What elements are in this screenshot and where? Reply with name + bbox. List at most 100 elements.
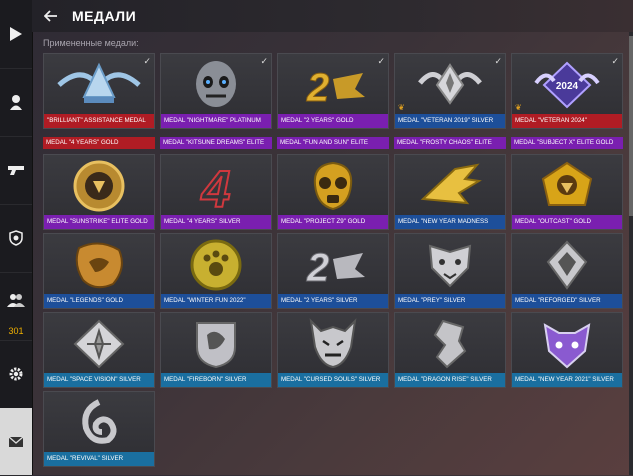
medal-label: MEDAL "4 YEARS" SILVER: [161, 215, 271, 229]
medal-card[interactable]: MEDAL "SUNSTRIKE" ELITE GOLD: [43, 154, 155, 230]
medal-art-revival: [44, 392, 154, 454]
medal-card[interactable]: 4 MEDAL "4 YEARS" SILVER: [160, 154, 272, 230]
medal-art-outcast: [512, 155, 622, 217]
medal-art-2-years-silver: 2: [278, 234, 388, 296]
medal-label: MEDAL "CURSED SOULS" SILVER: [278, 373, 388, 387]
medal-label: MEDAL "VETERAN 2019" SILVER: [395, 114, 505, 128]
medal-art-dragon-rise: [395, 313, 505, 375]
medal-art-brilliant: [44, 54, 154, 116]
medal-card[interactable]: MEDAL "NEW YEAR 2021" SILVER: [511, 312, 623, 388]
pistol-icon: [8, 166, 24, 175]
medal-label: MEDAL "NEW YEAR 2021" SILVER: [512, 373, 622, 387]
two-years-digit: 2: [306, 66, 329, 110]
check-icon: ✓: [143, 56, 151, 66]
page-title: МЕДАЛИ: [72, 8, 137, 24]
medal-art-cursed-souls: [278, 313, 388, 375]
veteran-year-text: 2024: [556, 81, 579, 92]
medal-art-2-years-gold: 2: [278, 54, 388, 116]
medal-strip[interactable]: MEDAL "4 YEARS" GOLD: [43, 137, 155, 149]
sidebar: 301: [0, 0, 33, 476]
medal-label: MEDAL "2 YEARS" SILVER: [278, 294, 388, 308]
medal-label: MEDAL "DRAGON RISE" SILVER: [395, 373, 505, 387]
sidebar-item-settings[interactable]: [0, 340, 32, 409]
medal-card[interactable]: MEDAL "FIREBORN" SILVER: [160, 312, 272, 388]
medal-art-veteran-2019: [395, 54, 505, 116]
check-icon: ✓: [260, 56, 268, 66]
gear-icon: [9, 367, 23, 381]
medal-card[interactable]: 2 MEDAL "2 YEARS" SILVER: [277, 233, 389, 309]
medal-art-new-year-2021: [512, 313, 622, 375]
medal-art-nightmare: [161, 54, 271, 116]
medal-label: "BRILLIANT" ASSISTANCE MEDAL: [44, 114, 154, 128]
sidebar-item-achievements[interactable]: [0, 204, 32, 273]
two-years-digit: 2: [306, 246, 329, 290]
sidebar-item-weapons[interactable]: [0, 136, 32, 205]
soldier-icon: [10, 95, 22, 110]
back-button[interactable]: [43, 9, 58, 23]
medal-strip[interactable]: MEDAL "SUBJECT X" ELITE GOLD: [511, 137, 623, 149]
medal-label: MEDAL "NEW YEAR MADNESS: [395, 215, 505, 229]
check-icon: ✓: [611, 56, 619, 66]
medal-art-legends: [44, 234, 154, 296]
medal-label: MEDAL "FIREBORN" SILVER: [161, 373, 271, 387]
sidebar-item-mail[interactable]: [0, 408, 32, 476]
medal-label: MEDAL "WINTER FUN 2022": [161, 294, 271, 308]
friends-icon: [7, 294, 25, 307]
medal-label: MEDAL "SPACE VISION" SILVER: [44, 373, 154, 387]
medal-card[interactable]: MEDAL "REFORGED" SILVER: [511, 233, 623, 309]
medal-label: MEDAL "NIGHTMARE" PLATINUM: [161, 114, 271, 128]
medal-art-fireborn: [161, 313, 271, 375]
medal-card[interactable]: ✓ "BRILLIANT" ASSISTANCE MEDAL: [43, 53, 155, 129]
medal-art-4-years-silver: 4: [161, 155, 271, 217]
friends-count: 301: [8, 326, 24, 336]
medal-strip[interactable]: MEDAL "KITSUNE DREAMS" ELITE: [160, 137, 272, 149]
medal-card[interactable]: MEDAL "PROJECT Z9" GOLD: [277, 154, 389, 230]
play-icon: [10, 27, 22, 41]
shield-icon: [9, 230, 23, 246]
sidebar-item-play[interactable]: [0, 0, 32, 69]
medal-card[interactable]: MEDAL "OUTCAST" GOLD: [511, 154, 623, 230]
medal-card[interactable]: ✓ ❦ MEDAL "VETERAN 2019" SILVER: [394, 53, 506, 129]
medal-art-reforged: [512, 234, 622, 296]
medal-art-new-year-madness: [395, 155, 505, 217]
medal-card[interactable]: MEDAL "WINTER FUN 2022": [160, 233, 272, 309]
wings-icon: ❦: [398, 103, 405, 112]
medal-card[interactable]: MEDAL "LEGENDS" GOLD: [43, 233, 155, 309]
medal-card[interactable]: ✓ MEDAL "NIGHTMARE" PLATINUM: [160, 53, 272, 129]
medal-card[interactable]: MEDAL "NEW YEAR MADNESS: [394, 154, 506, 230]
check-icon: ✓: [494, 56, 502, 66]
medal-label: MEDAL "SUNSTRIKE" ELITE GOLD: [44, 215, 154, 229]
medal-card[interactable]: 2 ✓ MEDAL "2 YEARS" GOLD: [277, 53, 389, 129]
medal-art-veteran-2024: 2024: [512, 54, 622, 116]
medal-art-space-vision: [44, 313, 154, 375]
medal-card[interactable]: MEDAL "SPACE VISION" SILVER: [43, 312, 155, 388]
medal-art-project-z9: [278, 155, 388, 217]
medal-label: MEDAL "VETERAN 2024": [512, 114, 622, 128]
medal-label: MEDAL "PREY" SILVER: [395, 294, 505, 308]
check-icon: ✓: [377, 56, 385, 66]
medal-label: MEDAL "2 YEARS" GOLD: [278, 114, 388, 128]
wings-icon: ❦: [515, 103, 522, 112]
medal-card[interactable]: MEDAL "REVIVAL" SILVER: [43, 391, 155, 467]
medal-label: MEDAL "LEGENDS" GOLD: [44, 294, 154, 308]
medal-label: MEDAL "OUTCAST" GOLD: [512, 215, 622, 229]
medal-card[interactable]: MEDAL "CURSED SOULS" SILVER: [277, 312, 389, 388]
medal-strip[interactable]: MEDAL "FUN AND SUN" ELITE: [277, 137, 389, 149]
medal-label: MEDAL "REFORGED" SILVER: [512, 294, 622, 308]
medal-label: MEDAL "REVIVAL" SILVER: [44, 452, 154, 466]
four-digit: 4: [201, 161, 231, 213]
medal-art-winter-fun-2022: [161, 234, 271, 296]
medal-card[interactable]: MEDAL "PREY" SILVER: [394, 233, 506, 309]
sidebar-item-profile[interactable]: [0, 68, 32, 137]
medal-card[interactable]: MEDAL "DRAGON RISE" SILVER: [394, 312, 506, 388]
applied-medals-heading: Примененные медали:: [43, 38, 139, 48]
header-bar: МЕДАЛИ: [32, 0, 633, 32]
medal-art-sunstrike: [44, 155, 154, 217]
medal-strip[interactable]: MEDAL "FROSTY CHAOS" ELITE: [394, 137, 506, 149]
back-arrow-icon: [43, 10, 57, 22]
scrollbar-thumb[interactable]: [629, 36, 633, 216]
medal-art-prey: [395, 234, 505, 296]
medal-card[interactable]: 2024 ✓ ❦ MEDAL "VETERAN 2024": [511, 53, 623, 129]
medal-label: MEDAL "PROJECT Z9" GOLD: [278, 215, 388, 229]
mail-icon: [8, 436, 24, 447]
